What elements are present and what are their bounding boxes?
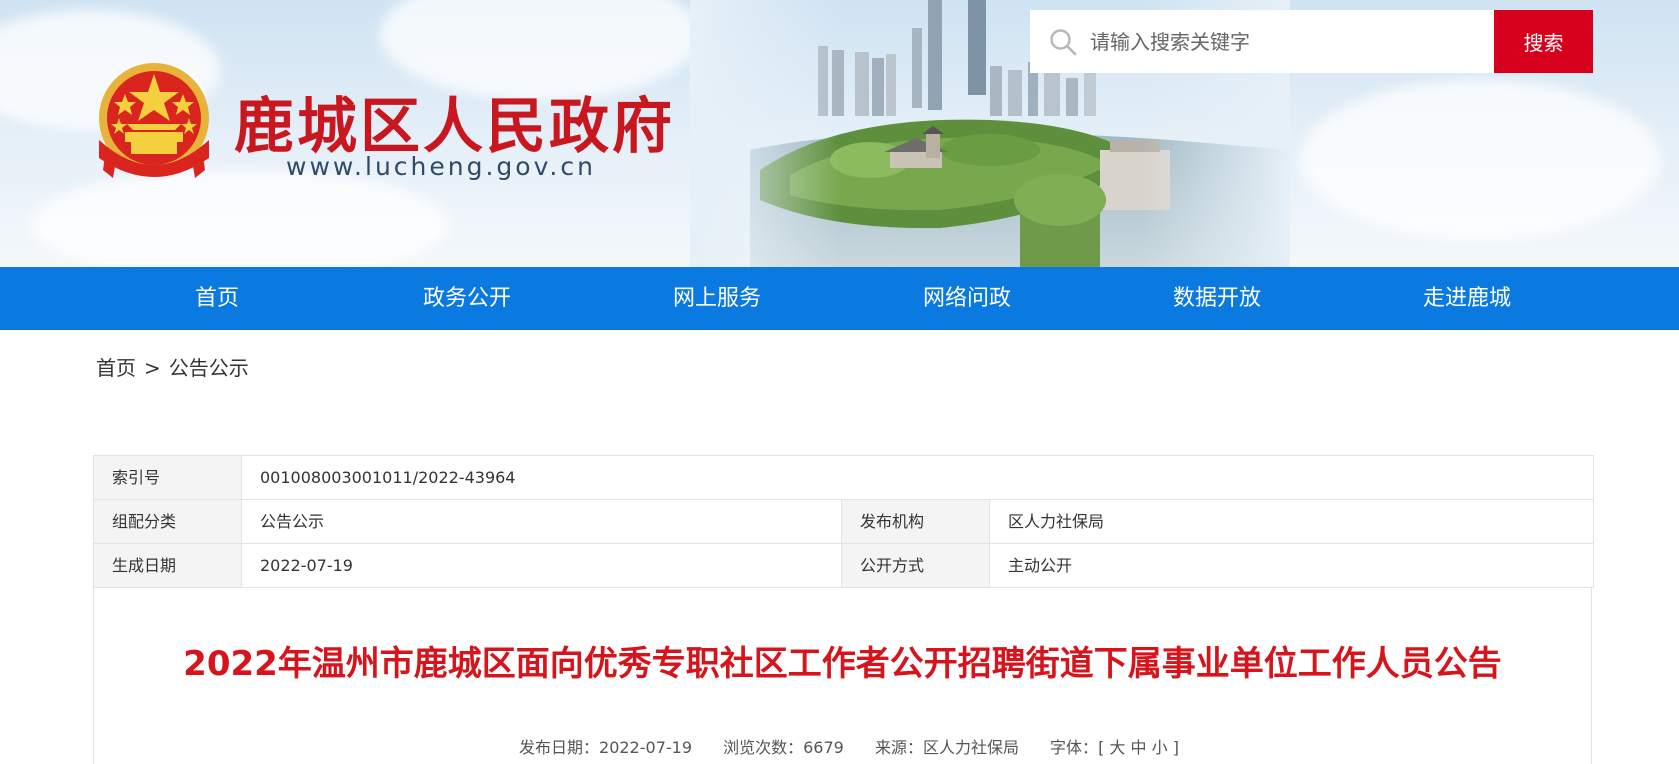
nav-item-home[interactable]: 首页 — [92, 267, 342, 330]
font-size-controls: 字体：[ 大 中 小 ] — [1050, 738, 1179, 757]
search-input[interactable] — [1090, 10, 1480, 73]
article-publish-date: 发布日期：2022-07-19 — [519, 738, 693, 757]
font-size-medium-button[interactable]: 中 — [1131, 738, 1147, 757]
font-size-label: 字体： — [1050, 738, 1099, 757]
nav-item-about-lucheng[interactable]: 走进鹿城 — [1342, 267, 1592, 330]
meta-category-value: 公告公示 — [242, 500, 842, 543]
document-meta-table: 索引号 001008003001011/2022-43964 组配分类 公告公示… — [93, 455, 1594, 588]
breadcrumb-current-link[interactable]: 公告公示 — [169, 352, 249, 381]
meta-category-label: 组配分类 — [94, 500, 242, 543]
search-icon — [1050, 29, 1077, 56]
nav-item-online-services[interactable]: 网上服务 — [592, 267, 842, 330]
font-bracket-open: [ — [1098, 738, 1105, 757]
meta-row-index: 索引号 001008003001011/2022-43964 — [94, 456, 1593, 500]
main-nav: 首页 政务公开 网上服务 网络问政 数据开放 走进鹿城 — [0, 267, 1679, 330]
font-size-small-button[interactable]: 小 — [1152, 738, 1168, 757]
meta-index-value: 001008003001011/2022-43964 — [242, 456, 1591, 499]
meta-row-category: 组配分类 公告公示 发布机构 区人力社保局 — [94, 500, 1593, 544]
cloud-decoration — [30, 170, 450, 267]
meta-row-date: 生成日期 2022-07-19 公开方式 主动公开 — [94, 544, 1593, 588]
article-info-bar: 发布日期：2022-07-19 浏览次数：6679 来源：区人力社保局 字体：[… — [94, 734, 1591, 758]
article-view-count: 浏览次数：6679 — [723, 738, 844, 757]
meta-index-label: 索引号 — [94, 456, 242, 499]
font-bracket-close: ] — [1172, 738, 1179, 757]
font-size-large-button[interactable]: 大 — [1109, 738, 1125, 757]
meta-date-value: 2022-07-19 — [242, 544, 842, 587]
search-box — [1030, 10, 1494, 73]
cloud-decoration — [1300, 80, 1660, 240]
national-emblem-logo — [99, 63, 209, 178]
article-source: 来源：区人力社保局 — [874, 738, 1019, 757]
breadcrumb: 首页 > 公告公示 — [96, 352, 249, 381]
meta-method-value: 主动公开 — [990, 544, 1590, 587]
nav-item-open-data[interactable]: 数据开放 — [1092, 267, 1342, 330]
breadcrumb-separator: > — [144, 356, 161, 380]
nav-item-online-inquiry[interactable]: 网络问政 — [842, 267, 1092, 330]
meta-date-label: 生成日期 — [94, 544, 242, 587]
breadcrumb-home-link[interactable]: 首页 — [96, 352, 136, 381]
site-url: www.lucheng.gov.cn — [286, 152, 596, 181]
nav-item-government-affairs[interactable]: 政务公开 — [342, 267, 592, 330]
search-button[interactable]: 搜索 — [1494, 10, 1593, 73]
article-title: 2022年温州市鹿城区面向优秀专职社区工作者公开招聘街道下属事业单位工作人员公告 — [183, 644, 1502, 684]
site-header: 鹿城区人民政府 www.lucheng.gov.cn — [0, 0, 1679, 267]
meta-publisher-label: 发布机构 — [842, 500, 990, 543]
meta-publisher-value: 区人力社保局 — [990, 500, 1590, 543]
meta-method-label: 公开方式 — [842, 544, 990, 587]
article-content: 2022年温州市鹿城区面向优秀专职社区工作者公开招聘街道下属事业单位工作人员公告… — [93, 588, 1592, 764]
